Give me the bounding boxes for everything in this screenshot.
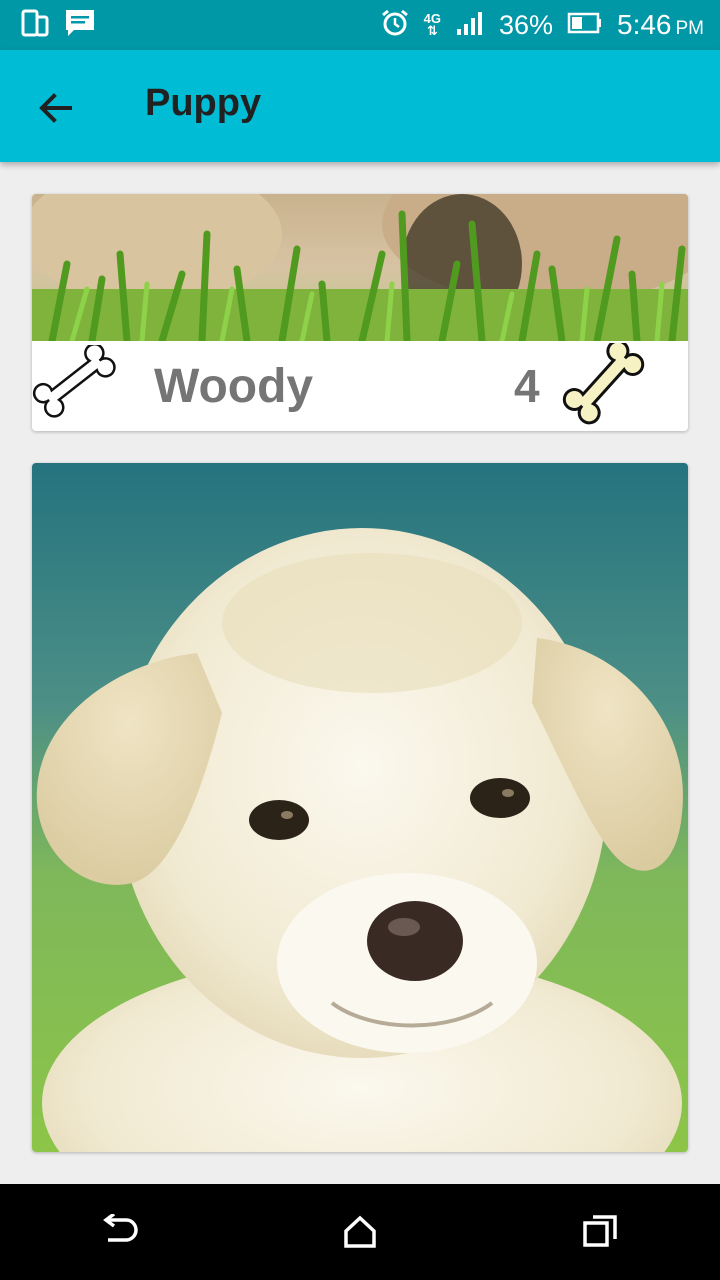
status-bar: 4G ⇅ 36% 5:46 PM [0, 0, 720, 50]
clock-ampm: PM [675, 18, 705, 39]
network-4g-icon: 4G ⇅ [423, 11, 441, 38]
pet-info-row: Woody 4 [32, 339, 688, 431]
puppy-photo [32, 463, 688, 1152]
pet-name: Woody [154, 360, 314, 413]
status-bar-left [20, 8, 96, 43]
navigation-bar [0, 1184, 720, 1280]
clock-time: 5:46 [617, 9, 672, 40]
clock: 5:46 PM [617, 9, 704, 41]
grass-banner-image [32, 194, 688, 341]
alarm-icon [380, 8, 410, 43]
arrow-back-icon[interactable] [34, 86, 78, 130]
bone-filled-icon[interactable] [562, 339, 654, 429]
bone-count: 4 [514, 360, 540, 412]
phone-tablet-icon [20, 8, 50, 43]
recents-nav-icon[interactable] [576, 1208, 624, 1256]
network-label: 4G [423, 11, 441, 26]
status-bar-right: 4G ⇅ 36% 5:46 PM [380, 8, 704, 43]
app-bar: Puppy [0, 50, 720, 162]
battery-icon [567, 12, 603, 39]
puppy-photo-card[interactable] [32, 463, 688, 1152]
message-icon [64, 8, 96, 43]
battery-percent: 36% [498, 9, 553, 40]
home-nav-icon[interactable] [336, 1208, 384, 1256]
back-nav-icon[interactable] [96, 1208, 144, 1256]
bone-outline-icon [32, 342, 124, 425]
page-title: Puppy [145, 82, 262, 124]
signal-icon [455, 10, 485, 41]
pet-card[interactable]: Woody 4 [32, 194, 688, 431]
